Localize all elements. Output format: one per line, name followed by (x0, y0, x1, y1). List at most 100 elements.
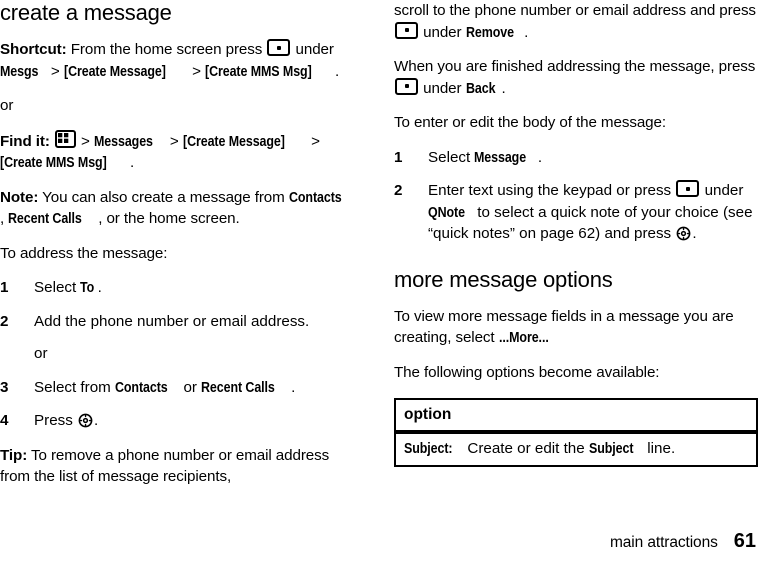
step-number: 2 (394, 182, 403, 199)
list-item: 1 Select To. (0, 277, 353, 299)
ui-label-to: To (80, 279, 95, 296)
remove-text-2: under (419, 23, 466, 41)
find-it-sep-2: > (165, 132, 183, 150)
more-text-1: To view more message fields in a message… (394, 307, 734, 347)
find-it-text-1 (50, 133, 54, 150)
find-it-paragraph: Find it: > Messages > [Create Message] >… (0, 129, 353, 174)
step-text-2: or (179, 378, 202, 396)
ui-label-create-message: [Create Message] (63, 62, 166, 80)
table-header-row: option (395, 399, 757, 434)
step-number: 1 (0, 279, 9, 296)
center-select-icon (78, 413, 93, 428)
back-text-3: . (501, 79, 506, 97)
note-paragraph: Note: You can also create a message from… (0, 187, 353, 230)
page-title: create a message (0, 0, 172, 25)
menu-grid-icon (54, 129, 76, 148)
tip-paragraph: Tip: To remove a phone number or email a… (0, 445, 353, 488)
address-intro: To address the message: (0, 244, 168, 262)
ui-label-subject-key: Subject: (404, 440, 453, 457)
ui-label-mesgs: Mesgs (0, 62, 39, 80)
list-item: 2 Enter text using the keypad or press un… (394, 180, 758, 245)
more-options-paragraph: To view more message fields in a message… (394, 306, 758, 349)
shortcut-sep-2: > (187, 62, 205, 80)
shortcut-label: Shortcut: (0, 41, 67, 58)
remove-text-3: . (524, 23, 529, 41)
softkey-icon (676, 180, 700, 197)
ui-label-create-mms-msg: [Create MMS Msg] (204, 62, 312, 80)
find-it-sep-1: > (76, 132, 94, 150)
ui-label-recent-calls-2: Recent Calls (201, 378, 275, 396)
find-it-text-2: . (130, 154, 135, 171)
tip-text-1: To remove a phone number or email addres… (0, 446, 330, 486)
shortcut-text-2: under (291, 41, 334, 58)
or-separator-1: or (0, 97, 14, 114)
step-text-1: Select (34, 279, 81, 296)
or-separator-2: or (34, 345, 48, 362)
shortcut-sep-1: > (46, 62, 64, 80)
page-footer: main attractions 61 (0, 530, 758, 564)
ui-label-more: ...More... (498, 329, 549, 346)
left-column: create a message Shortcut: From the home… (0, 0, 353, 501)
softkey-icon (395, 77, 418, 95)
table-cell-text-2: line. (643, 440, 676, 457)
ui-label-remove: Remove (465, 23, 514, 41)
table-column-header-option: option (395, 399, 757, 434)
list-item: 3 Select from Contacts or Recent Calls. (0, 377, 353, 399)
note-label: Note: (0, 188, 39, 206)
step-text-1: Enter text using the keypad or press (428, 182, 676, 199)
center-select-icon (676, 226, 691, 241)
list-item: 1 Select Message. (394, 147, 758, 169)
note-text-2: , (0, 210, 9, 227)
table-cell-text-1: Create or edit the (463, 440, 589, 457)
right-column: scroll to the phone number or email addr… (394, 0, 758, 467)
ui-label-contacts-2: Contacts (115, 378, 168, 396)
ui-label-contacts: Contacts (288, 188, 342, 206)
shortcut-text-3: . (335, 62, 340, 80)
table-cell-subject: Subject: Create or edit the Subject line… (395, 432, 757, 466)
shortcut-text-1: From the home screen press (66, 41, 267, 58)
step-text-4: . (692, 225, 697, 242)
list-item: 4 Press . (0, 410, 353, 432)
options-table: option Subject: Create or edit the Subje… (394, 398, 758, 467)
footer-chapter-name: main attractions (609, 534, 718, 551)
note-text-1: You can also create a message from (38, 188, 289, 206)
step-text-1: Press (34, 412, 78, 429)
step-number: 1 (394, 148, 403, 166)
step-number: 2 (0, 312, 9, 330)
step-text-2: . (537, 148, 543, 166)
ui-label-create-mms-msg-2: [Create MMS Msg] (0, 154, 107, 171)
back-text-2: under (419, 79, 466, 97)
back-paragraph: When you are finished addressing the mes… (394, 56, 758, 99)
table-row: Subject: Create or edit the Subject line… (395, 432, 757, 466)
address-steps-list: 1 Select To. 2 Add the phone number or ema… (0, 277, 353, 432)
remove-text-1: scroll to the phone number or email addr… (394, 2, 756, 19)
step-text-2: under (700, 182, 744, 199)
tip-label: Tip: (0, 446, 28, 464)
ui-label-qnote: QNote (428, 203, 465, 221)
find-it-label: Find it: (0, 132, 50, 150)
body-intro: To enter or edit the body of the message… (394, 114, 666, 131)
softkey-icon (395, 21, 418, 39)
step-text-1: Select (428, 148, 475, 166)
body-steps-list: 1 Select Message. 2 Enter text using the k… (394, 147, 758, 245)
manual-page: create a message Shortcut: From the home… (0, 0, 758, 564)
softkey-icon (267, 39, 291, 56)
ui-label-message: Message (474, 148, 527, 166)
ui-label-subject: Subject (588, 440, 634, 457)
ui-label-messages: Messages (93, 132, 153, 150)
step-number: 4 (0, 412, 9, 429)
footer-page-number: 61 (733, 530, 756, 552)
step-text-2: . (97, 279, 102, 296)
find-it-sep-3: > (306, 132, 320, 150)
ui-label-back: Back (465, 79, 496, 97)
ui-label-recent-calls: Recent Calls (8, 210, 83, 227)
list-item: 2 Add the phone number or email address. … (0, 311, 353, 365)
step-text-1: Select from (34, 378, 116, 396)
ui-label-create-message-2: [Create Message] (182, 132, 285, 150)
available-intro: The following options become available: (394, 363, 660, 381)
shortcut-paragraph: Shortcut: From the home screen press und… (0, 39, 353, 82)
back-text-1: When you are finished addressing the mes… (394, 58, 756, 75)
note-text-3: , or the home screen. (98, 210, 240, 227)
step-number: 3 (0, 378, 9, 396)
step-text-3: . (291, 378, 296, 396)
